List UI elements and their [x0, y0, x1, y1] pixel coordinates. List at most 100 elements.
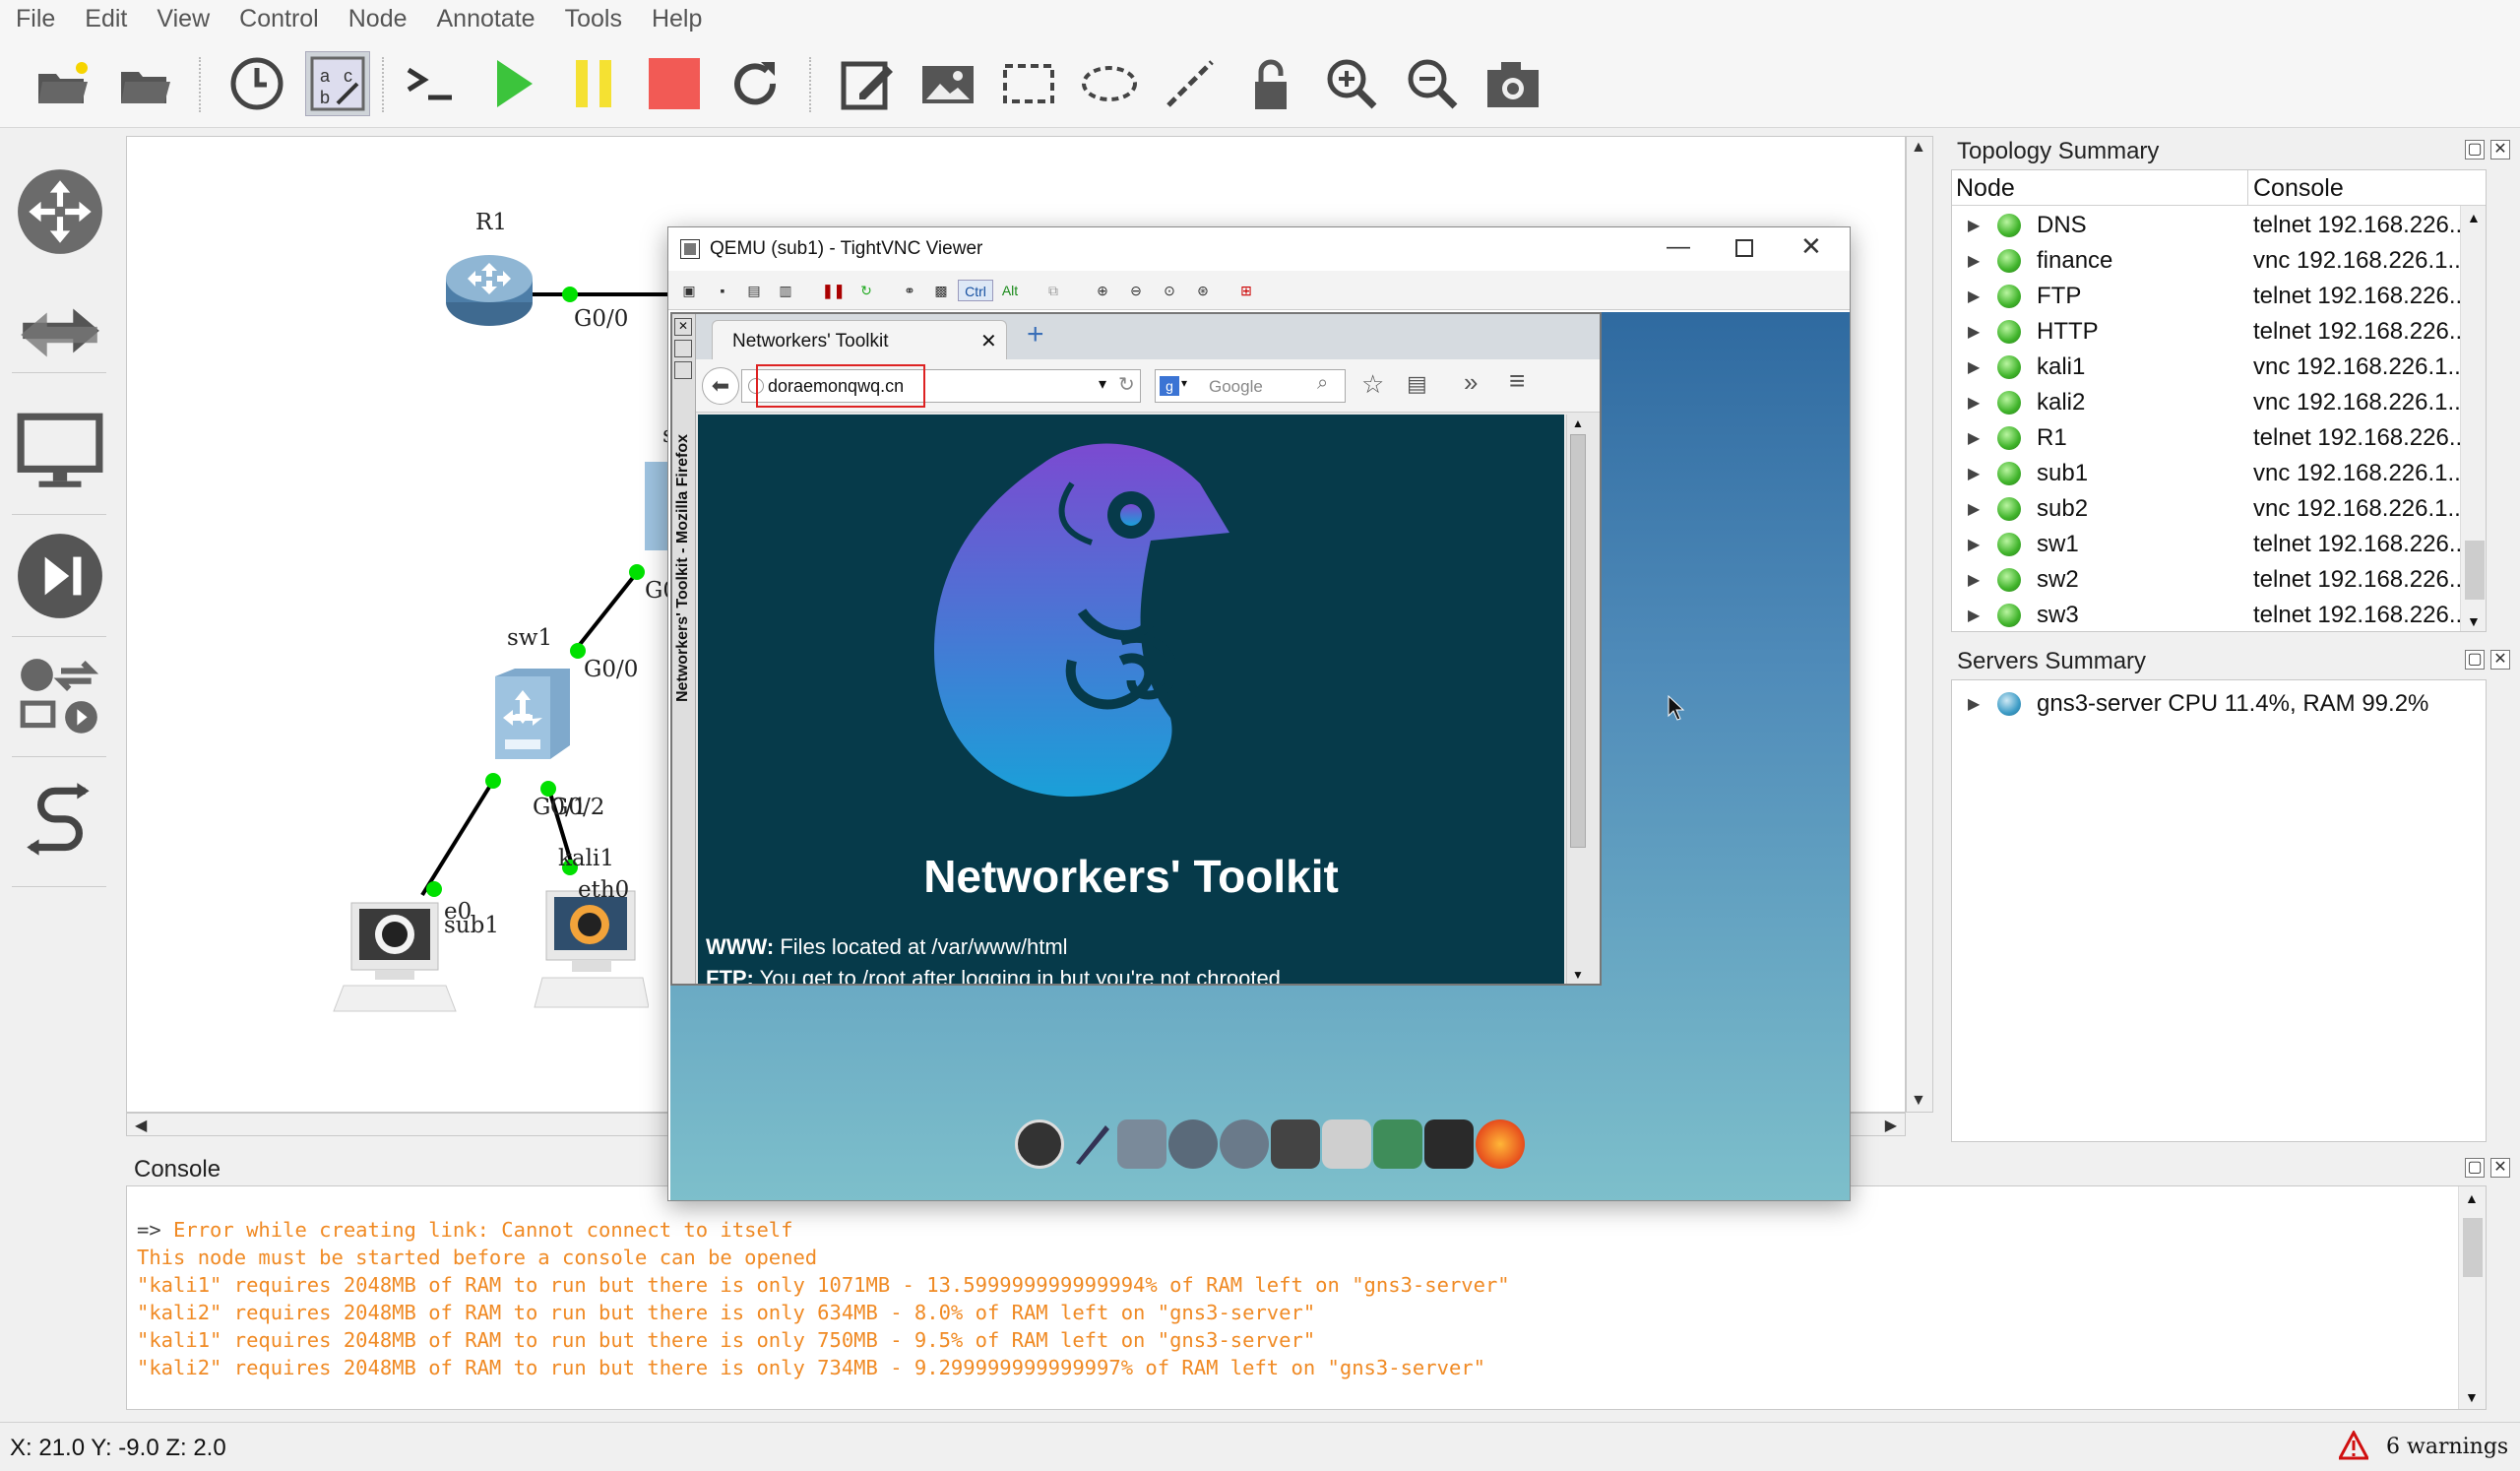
expand-arrow-icon[interactable]: ▶ — [1968, 216, 1980, 235]
disk-icon[interactable] — [1168, 1119, 1218, 1169]
stop-icon[interactable] — [642, 51, 707, 116]
edit-note-icon[interactable] — [835, 51, 900, 116]
settings-icon[interactable] — [1117, 1119, 1166, 1169]
expand-arrow-icon[interactable]: ▶ — [1968, 357, 1980, 377]
expand-arrow-icon[interactable]: ▶ — [1968, 393, 1980, 413]
tab-close-icon[interactable]: ✕ — [980, 329, 997, 353]
google-icon[interactable]: g — [1160, 376, 1179, 396]
topology-row[interactable]: ▶ kali2 vnc 192.168.226.1... — [1952, 385, 2486, 420]
expand-arrow-icon[interactable]: ▶ — [1968, 694, 1980, 714]
router-r1[interactable] — [444, 249, 535, 330]
all-devices-icon[interactable] — [14, 652, 106, 744]
host-sub1[interactable] — [330, 895, 460, 1017]
overflow-icon[interactable]: » — [1464, 367, 1478, 398]
rectangle-icon[interactable] — [996, 51, 1061, 116]
security-devices-icon[interactable] — [14, 530, 106, 622]
host-kali1[interactable] — [521, 885, 650, 1013]
topology-row[interactable]: ▶ sw2 telnet 192.168.226... — [1952, 562, 2486, 598]
alt-button[interactable]: Alt — [995, 280, 1025, 301]
firefox-window[interactable]: ✕ Networkers' Toolkit - Mozilla Firefox … — [670, 312, 1602, 986]
zoom-in-icon[interactable] — [1319, 51, 1384, 116]
open-folder-icon[interactable] — [30, 51, 94, 116]
url-dropdown-icon[interactable]: ▾ — [1099, 374, 1106, 394]
close-icon[interactable]: ✕ — [2490, 1158, 2510, 1178]
col-console[interactable]: Console — [2253, 174, 2344, 203]
minimize-icon[interactable] — [674, 361, 692, 379]
bookmark-star-icon[interactable]: ☆ — [1361, 369, 1384, 400]
close-icon[interactable]: ✕ — [2490, 650, 2510, 670]
topology-row[interactable]: ▶ sw1 telnet 192.168.226... — [1952, 527, 2486, 562]
float-icon[interactable]: ▢ — [2465, 650, 2485, 670]
close-window-icon[interactable]: ✕ — [1800, 231, 1822, 262]
vnc-title-bar[interactable]: QEMU (sub1) - TightVNC Viewer — ✕ — [668, 227, 1850, 271]
close-icon[interactable]: ✕ — [2490, 140, 2510, 160]
server-row[interactable]: ▶ gns3-server CPU 11.4%, RAM 99.2% — [1952, 686, 2488, 722]
text-icon[interactable] — [1322, 1119, 1371, 1169]
menu-file[interactable]: File — [16, 5, 55, 33]
float-icon[interactable]: ▢ — [2465, 1158, 2485, 1178]
options-icon[interactable]: ▤ — [743, 280, 765, 301]
topology-row[interactable]: ▶ kali1 vnc 192.168.226.1... — [1952, 350, 2486, 385]
zoom-out-icon[interactable]: ⊖ — [1125, 280, 1147, 301]
address-bar[interactable]: doraemonqwq.cn ▾ ↻ — [741, 364, 1141, 408]
canvas-vertical-scrollbar[interactable]: ▲ ▼ — [1906, 136, 1933, 1113]
firefox-icon[interactable] — [1476, 1119, 1525, 1169]
line-icon[interactable] — [1158, 51, 1223, 116]
menu-control[interactable]: Control — [239, 5, 319, 33]
page-scrollbar[interactable]: ▲ ▼ — [1566, 415, 1590, 984]
close-icon[interactable]: ✕ — [674, 318, 692, 336]
minimize-icon[interactable]: — — [1667, 233, 1690, 261]
expand-arrow-icon[interactable]: ▶ — [1968, 287, 1980, 306]
pause-icon[interactable] — [561, 51, 626, 116]
routers-icon[interactable] — [14, 165, 106, 258]
warnings-count[interactable]: 6 warnings — [2386, 1435, 2508, 1459]
fullscreen-icon[interactable]: ⊞ — [1235, 280, 1257, 301]
expand-arrow-icon[interactable]: ▶ — [1968, 535, 1980, 554]
menu-node[interactable]: Node — [348, 5, 408, 33]
topology-row[interactable]: ▶ sub1 vnc 192.168.226.1... — [1952, 456, 2486, 491]
switch-sw1[interactable] — [491, 667, 572, 761]
zoom-out-icon[interactable] — [1400, 51, 1465, 116]
hamburger-menu-icon[interactable]: ≡ — [1509, 365, 1525, 397]
unlock-icon[interactable] — [1238, 51, 1303, 116]
topology-scrollbar[interactable]: ▲ ▼ — [2460, 206, 2486, 631]
firefox-tab[interactable]: Networkers' Toolkit ✕ — [712, 320, 1007, 359]
menu-edit[interactable]: Edit — [85, 5, 127, 33]
topology-row[interactable]: ▶ sw3 telnet 192.168.226... — [1952, 598, 2486, 631]
vnc-viewer-window[interactable]: QEMU (sub1) - TightVNC Viewer — ✕ ▣ ▪ ▤ … — [667, 226, 1851, 1201]
image-icon[interactable] — [915, 51, 980, 116]
firefox-side-titlebar[interactable]: ✕ Networkers' Toolkit - Mozilla Firefox — [672, 314, 696, 984]
refresh-icon[interactable]: ↻ — [855, 280, 877, 301]
menu-tools[interactable]: Tools — [565, 5, 622, 33]
menu-view[interactable]: View — [157, 5, 210, 33]
expand-arrow-icon[interactable]: ▶ — [1968, 251, 1980, 271]
expand-arrow-icon[interactable]: ▶ — [1968, 499, 1980, 519]
reload-icon[interactable] — [723, 51, 788, 116]
zoom-100-icon[interactable]: ⊙ — [1159, 280, 1180, 301]
expand-arrow-icon[interactable]: ▶ — [1968, 322, 1980, 342]
reading-list-icon[interactable]: ▤ — [1407, 371, 1427, 397]
zoom-fit-icon[interactable]: ⊛ — [1192, 280, 1214, 301]
search-icon[interactable]: ⌕ — [1317, 372, 1328, 395]
expand-arrow-icon[interactable]: ▶ — [1968, 570, 1980, 590]
console-output[interactable]: => Error while creating link: Cannot con… — [126, 1185, 2487, 1410]
info-icon[interactable]: ▥ — [775, 280, 796, 301]
back-icon[interactable]: ⬅ — [702, 367, 739, 405]
expand-arrow-icon[interactable]: ▶ — [1968, 464, 1980, 483]
switches-icon[interactable] — [14, 288, 106, 380]
float-icon[interactable]: ▢ — [2465, 140, 2485, 160]
engine-dropdown-icon[interactable]: ▾ — [1181, 376, 1187, 390]
menu-help[interactable]: Help — [652, 5, 702, 33]
topology-row[interactable]: ▶ DNS telnet 192.168.226... — [1952, 208, 2486, 243]
menu-annotate[interactable]: Annotate — [437, 5, 536, 33]
expand-arrow-icon[interactable]: ▶ — [1968, 606, 1980, 625]
search-bar[interactable]: g ▾ Google ⌕ — [1155, 369, 1346, 403]
win-icon[interactable]: ▩ — [930, 280, 952, 301]
console-scrollbar[interactable]: ▲ ▼ — [2458, 1186, 2486, 1409]
add-link-icon[interactable] — [14, 778, 106, 870]
col-node[interactable]: Node — [1956, 174, 2015, 203]
clipboard-icon[interactable]: ⧉ — [1042, 280, 1064, 301]
printer-icon[interactable] — [1271, 1119, 1320, 1169]
terminal-icon[interactable] — [398, 51, 463, 116]
expand-arrow-icon[interactable]: ▶ — [1968, 428, 1980, 448]
